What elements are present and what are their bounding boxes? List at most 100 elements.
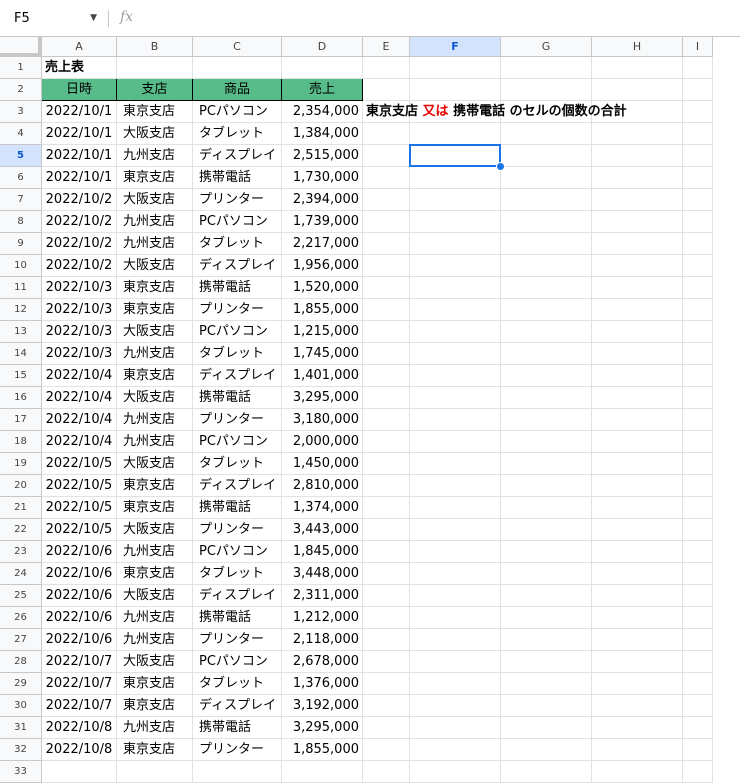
- cell[interactable]: [683, 409, 713, 431]
- table-cell[interactable]: 1,384,000: [282, 123, 363, 145]
- cell[interactable]: [683, 343, 713, 365]
- table-cell[interactable]: 2,394,000: [282, 189, 363, 211]
- table-cell[interactable]: 1,401,000: [282, 365, 363, 387]
- row-header-1[interactable]: 1: [0, 57, 42, 79]
- cell[interactable]: [592, 299, 683, 321]
- table-cell[interactable]: 2,118,000: [282, 629, 363, 651]
- table-cell[interactable]: 九州支店: [117, 343, 193, 365]
- cell[interactable]: [683, 453, 713, 475]
- cell[interactable]: [501, 453, 592, 475]
- table-cell[interactable]: 2022/10/7: [42, 695, 117, 717]
- cell[interactable]: [592, 541, 683, 563]
- cell[interactable]: [592, 673, 683, 695]
- column-header-a[interactable]: A: [42, 37, 117, 57]
- table-cell[interactable]: 1,212,000: [282, 607, 363, 629]
- cell[interactable]: [410, 761, 501, 783]
- cell[interactable]: [683, 695, 713, 717]
- cell[interactable]: [683, 519, 713, 541]
- cell[interactable]: [683, 211, 713, 233]
- column-header-f[interactable]: F: [410, 37, 501, 57]
- table-cell[interactable]: 大阪支店: [117, 519, 193, 541]
- table-cell[interactable]: 東京支店: [117, 673, 193, 695]
- table-cell[interactable]: 東京支店: [117, 101, 193, 123]
- table-header-cell[interactable]: 売上: [282, 79, 363, 101]
- cell[interactable]: [683, 79, 713, 101]
- criteria-note[interactable]: 東京支店 又は 携帯電話 のセルの個数の合計: [363, 101, 630, 123]
- table-cell[interactable]: 3,295,000: [282, 717, 363, 739]
- cell[interactable]: [501, 541, 592, 563]
- table-cell[interactable]: 2,678,000: [282, 651, 363, 673]
- row-header-33[interactable]: 33: [0, 761, 42, 783]
- table-cell[interactable]: ディスプレイ: [193, 695, 282, 717]
- row-header-23[interactable]: 23: [0, 541, 42, 563]
- cell[interactable]: [501, 585, 592, 607]
- table-cell[interactable]: 2,311,000: [282, 585, 363, 607]
- table-cell[interactable]: 東京支店: [117, 497, 193, 519]
- table-cell[interactable]: プリンター: [193, 519, 282, 541]
- cell[interactable]: [501, 343, 592, 365]
- table-cell[interactable]: 携帯電話: [193, 717, 282, 739]
- cell[interactable]: [410, 409, 501, 431]
- table-cell[interactable]: 九州支店: [117, 717, 193, 739]
- cell[interactable]: [410, 673, 501, 695]
- sheet-title[interactable]: 売上表: [42, 57, 117, 79]
- cell[interactable]: [410, 167, 501, 189]
- cell[interactable]: [501, 321, 592, 343]
- row-header-28[interactable]: 28: [0, 651, 42, 673]
- cell[interactable]: [592, 607, 683, 629]
- table-cell[interactable]: PCパソコン: [193, 651, 282, 673]
- cell[interactable]: [410, 189, 501, 211]
- table-cell[interactable]: 2022/10/7: [42, 651, 117, 673]
- cell[interactable]: [410, 343, 501, 365]
- cell[interactable]: [592, 651, 683, 673]
- row-header-21[interactable]: 21: [0, 497, 42, 519]
- cell[interactable]: [592, 189, 683, 211]
- cell[interactable]: [501, 497, 592, 519]
- cell[interactable]: [410, 57, 501, 79]
- cell[interactable]: [592, 717, 683, 739]
- table-cell[interactable]: 大阪支店: [117, 651, 193, 673]
- table-cell[interactable]: 2022/10/3: [42, 299, 117, 321]
- cell[interactable]: [683, 189, 713, 211]
- row-header-26[interactable]: 26: [0, 607, 42, 629]
- table-cell[interactable]: プリンター: [193, 629, 282, 651]
- cell[interactable]: [363, 695, 410, 717]
- cell[interactable]: [683, 299, 713, 321]
- cell[interactable]: [410, 453, 501, 475]
- table-cell[interactable]: 1,374,000: [282, 497, 363, 519]
- cell[interactable]: [363, 211, 410, 233]
- cell[interactable]: [683, 101, 713, 123]
- table-cell[interactable]: 1,739,000: [282, 211, 363, 233]
- cell[interactable]: [501, 233, 592, 255]
- table-cell[interactable]: 2022/10/2: [42, 189, 117, 211]
- cell[interactable]: [501, 57, 592, 79]
- table-cell[interactable]: 大阪支店: [117, 387, 193, 409]
- cell[interactable]: [683, 761, 713, 783]
- cell[interactable]: [410, 233, 501, 255]
- chevron-down-icon[interactable]: ▼: [90, 7, 97, 30]
- name-box[interactable]: F5 ▼: [8, 7, 103, 30]
- table-cell[interactable]: プリンター: [193, 409, 282, 431]
- row-header-25[interactable]: 25: [0, 585, 42, 607]
- cell[interactable]: [410, 79, 501, 101]
- cell[interactable]: [410, 321, 501, 343]
- cell[interactable]: [501, 189, 592, 211]
- cell[interactable]: [410, 431, 501, 453]
- cell[interactable]: [501, 695, 592, 717]
- row-header-3[interactable]: 3: [0, 101, 42, 123]
- cell[interactable]: [501, 607, 592, 629]
- table-cell[interactable]: 2022/10/6: [42, 541, 117, 563]
- table-cell[interactable]: 東京支店: [117, 739, 193, 761]
- table-cell[interactable]: 1,520,000: [282, 277, 363, 299]
- table-cell[interactable]: 2022/10/3: [42, 277, 117, 299]
- table-cell[interactable]: 2022/10/3: [42, 343, 117, 365]
- table-cell[interactable]: 九州支店: [117, 607, 193, 629]
- cell[interactable]: [683, 387, 713, 409]
- cell[interactable]: [363, 585, 410, 607]
- table-cell[interactable]: 1,450,000: [282, 453, 363, 475]
- cell[interactable]: [42, 761, 117, 783]
- cell[interactable]: [501, 211, 592, 233]
- table-cell[interactable]: 2022/10/1: [42, 145, 117, 167]
- cell[interactable]: [193, 57, 282, 79]
- table-cell[interactable]: 九州支店: [117, 431, 193, 453]
